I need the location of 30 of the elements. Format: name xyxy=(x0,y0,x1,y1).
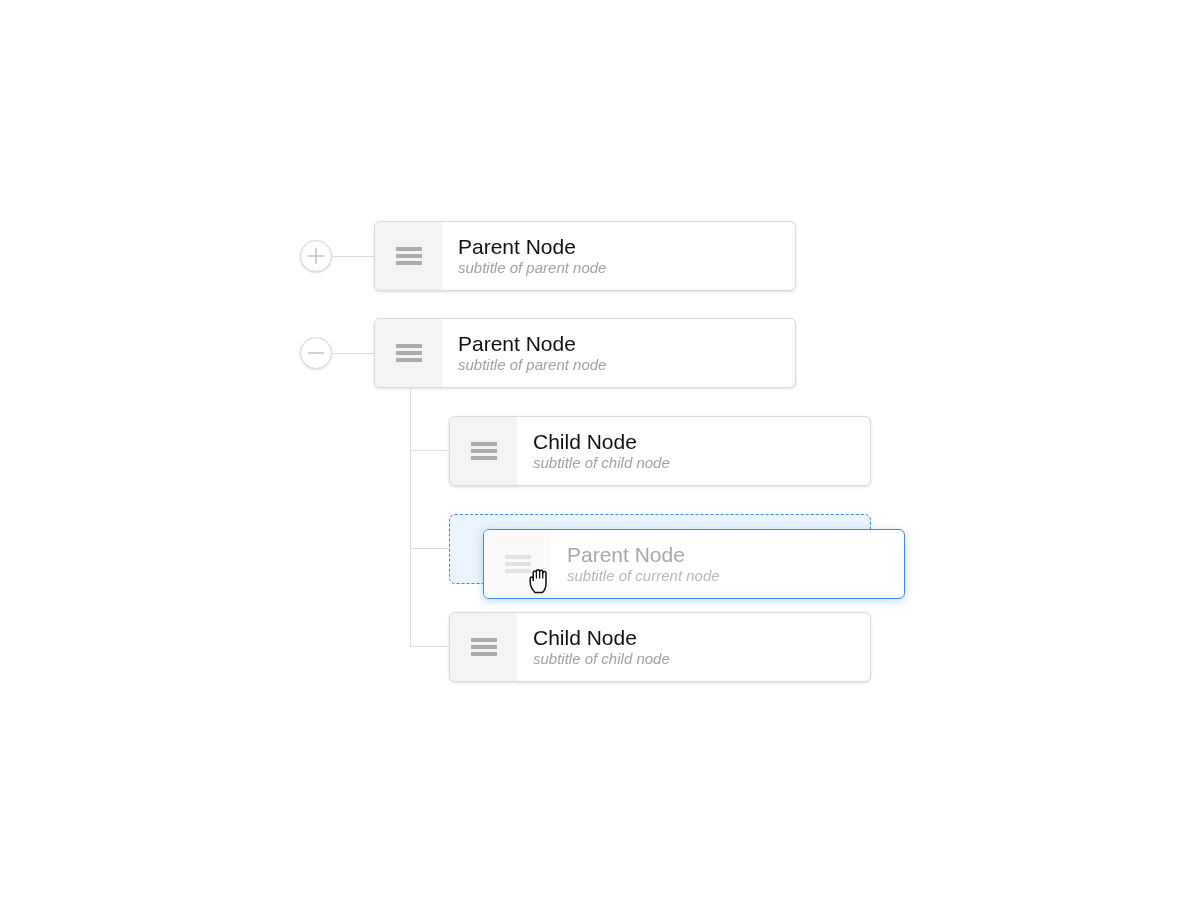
node-subtitle: subtitle of current node xyxy=(567,566,720,585)
node-title: Parent Node xyxy=(458,330,576,356)
node-title: Parent Node xyxy=(458,233,576,259)
plus-icon xyxy=(308,248,324,264)
drag-handle[interactable] xyxy=(375,222,442,290)
connector-line xyxy=(332,255,374,257)
node-title: Child Node xyxy=(533,624,637,650)
node-title: Child Node xyxy=(533,428,637,454)
drag-handle-icon xyxy=(395,247,422,265)
node-subtitle: subtitle of child node xyxy=(533,649,670,668)
drag-handle-icon xyxy=(504,555,531,573)
node-subtitle: subtitle of parent node xyxy=(458,355,607,374)
drag-handle[interactable] xyxy=(375,319,442,387)
drag-handle[interactable] xyxy=(484,530,551,598)
node-subtitle: subtitle of parent node xyxy=(458,258,607,277)
node-subtitle: subtitle of child node xyxy=(533,453,670,472)
collapse-button[interactable] xyxy=(300,337,332,369)
drag-handle-icon xyxy=(395,344,422,362)
tree-node-card[interactable]: Parent Node subtitle of parent node xyxy=(374,221,796,291)
expand-button[interactable] xyxy=(300,240,332,272)
minus-icon xyxy=(308,352,324,354)
drag-handle-icon xyxy=(470,638,497,656)
drag-handle[interactable] xyxy=(450,417,517,485)
drag-handle-icon xyxy=(470,442,497,460)
tree-node-card[interactable]: Child Node subtitle of child node xyxy=(449,612,871,682)
connector-line xyxy=(332,352,374,354)
node-title: Parent Node xyxy=(567,541,685,567)
drag-handle[interactable] xyxy=(450,613,517,681)
tree-node-card[interactable]: Child Node subtitle of child node xyxy=(449,416,871,486)
tree-node-card[interactable]: Parent Node subtitle of parent node xyxy=(374,318,796,388)
